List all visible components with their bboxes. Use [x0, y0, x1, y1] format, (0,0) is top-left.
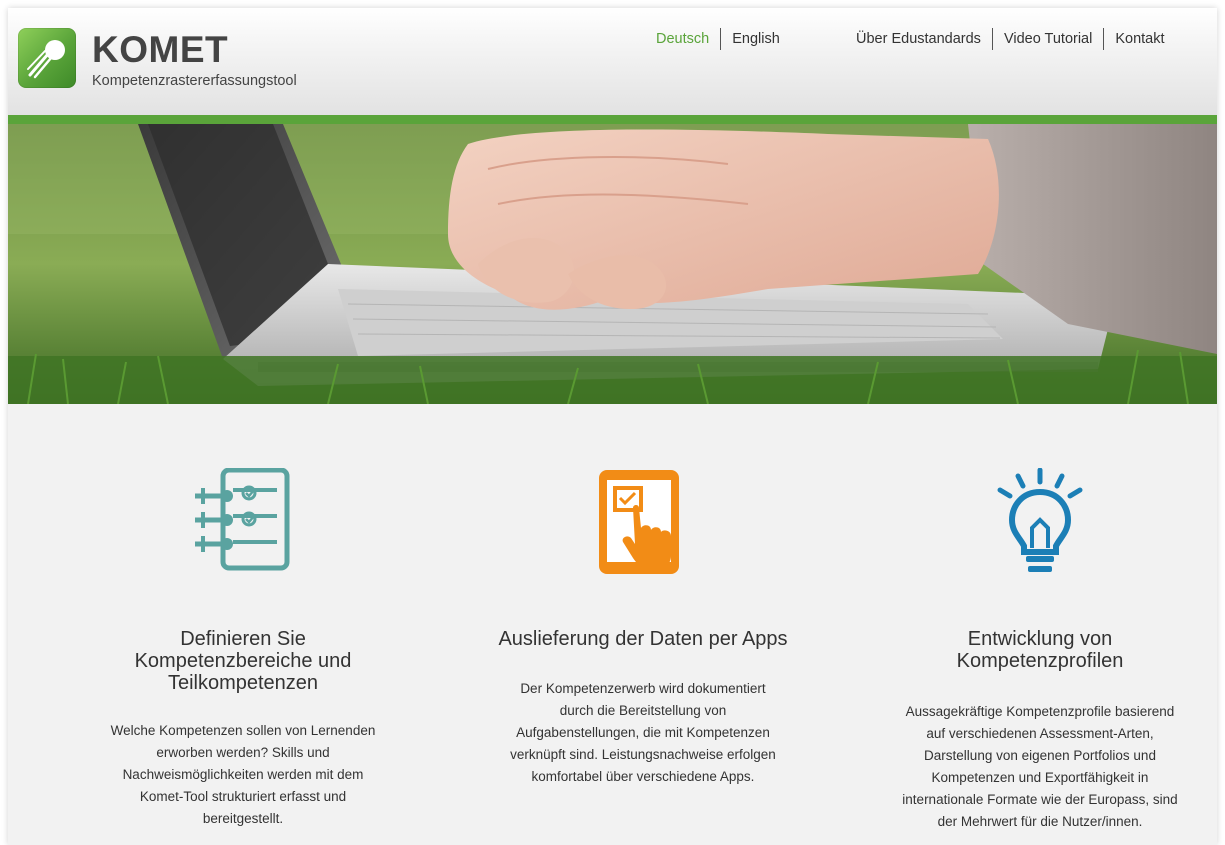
feature-text: Welche Kompetenzen sollen von Lernenden …	[78, 720, 408, 830]
main-nav: Über Edustandards Video Tutorial Kontakt	[845, 28, 1176, 50]
feature-text-line: Aussagekräftige Kompetenzprofile basiere…	[905, 704, 1175, 719]
feature-text-line: erworben werden? Skills und	[156, 745, 330, 760]
feature-title: Auslieferung der Daten per Apps	[478, 628, 808, 650]
hero-image	[8, 124, 1217, 404]
feature-text-line: Welche Kompetenzen sollen von Lernenden	[110, 723, 376, 738]
feature-text-line: Darstellung von eigenen Portfolios und	[924, 748, 1156, 763]
nav-link-video-tutorial[interactable]: Video Tutorial	[993, 29, 1103, 49]
feature-title-line: Definieren Sie	[180, 628, 306, 650]
feature-text-line: durch die Bereitstellung von	[559, 703, 727, 718]
brand-subtitle: Kompetenzrastererfassungstool	[92, 73, 297, 89]
checklist-icon	[195, 468, 290, 571]
feature-kompetenzbereiche: Definieren Sie Kompetenzbereiche und Tei…	[78, 458, 408, 826]
page: KOMET Kompetenzrastererfassungstool Deut…	[8, 8, 1217, 845]
header: KOMET Kompetenzrastererfassungstool Deut…	[8, 8, 1217, 116]
nav-link-deutsch[interactable]: Deutsch	[645, 29, 720, 49]
feature-text-line: Kompetenzen und Exportfähigkeit in	[931, 770, 1149, 785]
nav-link-ueber-edustandards[interactable]: Über Edustandards	[845, 29, 992, 49]
feature-text-line: komfortabel über verschiedene Apps.	[531, 769, 755, 784]
lightbulb-icon	[997, 468, 1083, 572]
feature-icon-wrap	[478, 458, 808, 578]
komet-logo-icon[interactable]	[18, 28, 76, 88]
feature-text-line: Nachweismöglichkeiten werden mit dem	[122, 767, 364, 782]
feature-icon-wrap	[875, 458, 1205, 578]
feature-kompetenzprofile: Entwicklung von Kompetenzprofilen Aussag…	[875, 458, 1205, 829]
feature-title-line: Entwicklung von	[967, 628, 1113, 650]
feature-text-line: internationale Formate wie der Europass,…	[902, 792, 1178, 807]
feature-text: Aussagekräftige Kompetenzprofile basiere…	[875, 701, 1205, 833]
feature-title-line: Kompetenzprofilen	[956, 650, 1124, 672]
feature-auslieferung: Auslieferung der Daten per Apps Der Komp…	[478, 458, 808, 784]
feature-text-line: verknüpft sind. Leistungsnachweise erfol…	[510, 747, 776, 762]
feature-text-line: der Mehrwert für die Nutzer/innen.	[937, 814, 1143, 829]
feature-text-line: auf verschiedenen Assessment-Arten,	[926, 726, 1154, 741]
brand-title[interactable]: KOMET	[92, 30, 228, 70]
feature-title-line: Teilkompetenzen	[167, 672, 319, 694]
feature-text: Der Kompetenzerwerb wird dokumentiert du…	[478, 678, 808, 788]
feature-text-line: bereitgestellt.	[202, 811, 284, 826]
feature-text-line: Aufgabenstellungen, die mit Kompetenzen	[516, 725, 770, 740]
feature-icon-wrap	[78, 458, 408, 578]
tablet-touch-icon	[599, 470, 679, 574]
nav-link-english[interactable]: English	[721, 29, 791, 49]
nav-link-kontakt[interactable]: Kontakt	[1104, 29, 1175, 49]
feature-title: Entwicklung von Kompetenzprofilen	[875, 628, 1205, 672]
feature-title-line: Kompetenzbereiche und	[134, 650, 352, 672]
feature-title-line: Auslieferung der Daten per Apps	[498, 628, 788, 650]
language-nav: Deutsch English	[645, 28, 791, 50]
header-accent-bar	[8, 115, 1217, 124]
feature-title: Definieren Sie Kompetenzbereiche und Tei…	[78, 628, 408, 694]
feature-text-line: Der Kompetenzerwerb wird dokumentiert	[520, 681, 766, 696]
feature-text-line: Komet-Tool strukturiert erfasst und	[139, 789, 347, 804]
